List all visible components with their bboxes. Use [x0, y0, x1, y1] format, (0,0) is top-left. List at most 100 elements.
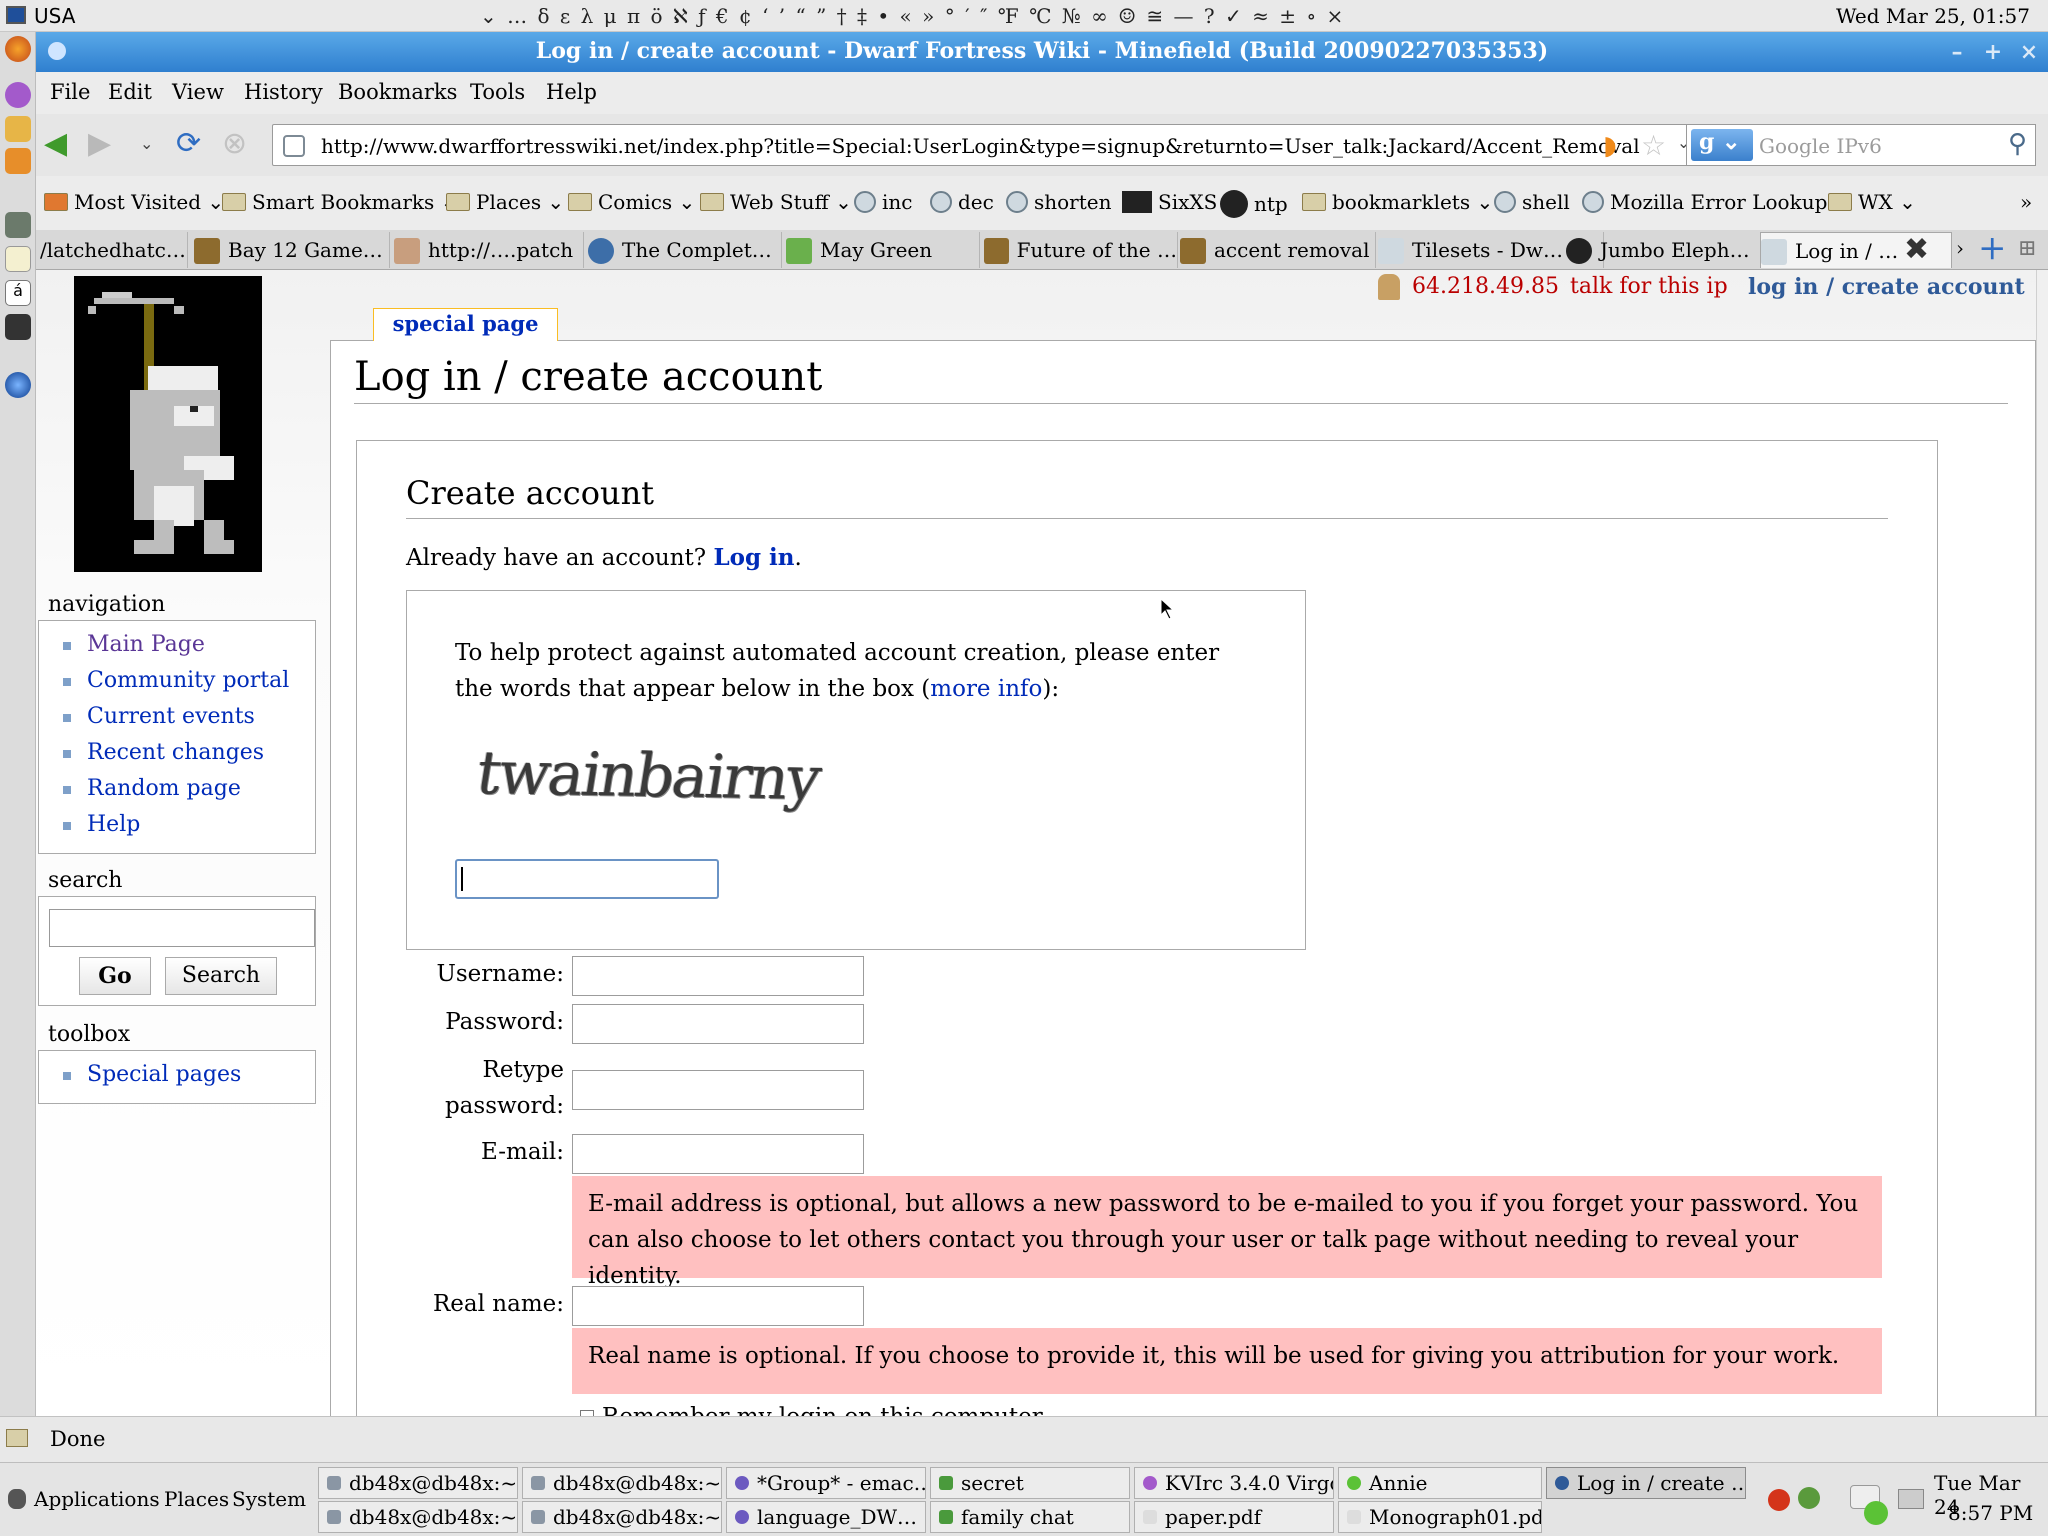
bookmark-ntp[interactable]: ntp [1220, 190, 1288, 218]
tab-may-green[interactable]: May Green [786, 232, 980, 268]
online-status-icon[interactable] [1864, 1501, 1888, 1525]
password-input[interactable] [572, 1004, 864, 1044]
maximize-button[interactable]: + [1978, 38, 2008, 66]
login-link[interactable]: Log in [713, 544, 794, 571]
task-terminal-4[interactable]: db48x@db48x:~… [522, 1501, 722, 1533]
tab-latchedhatc[interactable]: /latchedhatc… [40, 232, 188, 268]
back-button[interactable]: ◀ [44, 128, 67, 160]
network-icon[interactable] [1798, 1487, 1820, 1509]
menu-file[interactable]: File [50, 80, 90, 104]
stop-button[interactable]: ⊗ [222, 128, 247, 160]
tab-future[interactable]: Future of the … [984, 232, 1178, 268]
task-terminal-3[interactable]: db48x@db48x:~… [318, 1501, 518, 1533]
tab-accent-removal[interactable]: accent removal [1180, 232, 1376, 268]
menu-history[interactable]: History [244, 80, 323, 104]
menu-tools[interactable]: Tools [470, 80, 525, 104]
wiki-search-input[interactable] [49, 909, 315, 947]
task-family-chat[interactable]: family chat [930, 1501, 1130, 1533]
task-monograph-pdf[interactable]: Monograph01.pdf [1338, 1501, 1542, 1533]
talk-link[interactable]: talk for this ip [1570, 274, 1728, 299]
magnifier-icon[interactable]: ⚲ [2008, 129, 2027, 159]
menu-bookmarks[interactable]: Bookmarks [338, 80, 457, 104]
menu-help[interactable]: Help [546, 80, 597, 104]
tab-jumbo[interactable]: Jumbo Eleph… [1566, 232, 1780, 268]
printer-icon[interactable] [1898, 1489, 1924, 1509]
globe-icon[interactable] [5, 372, 31, 398]
panel-time[interactable]: 8:57 PM [1948, 1501, 2033, 1525]
update-notifier-icon[interactable] [1768, 1489, 1790, 1511]
task-paper-pdf[interactable]: paper.pdf [1134, 1501, 1334, 1533]
menu-view[interactable]: View [172, 80, 224, 104]
minimize-button[interactable]: – [1942, 38, 1972, 66]
window-list-icon[interactable] [5, 148, 31, 174]
nav-community-portal[interactable]: Community portal [63, 663, 315, 699]
character-map-icon[interactable]: á [5, 280, 31, 306]
bookmark-shell[interactable]: shell [1494, 190, 1570, 214]
bookmark-mozilla-error-lookup[interactable]: Mozilla Error Lookup [1582, 190, 1827, 214]
monitor-icon[interactable] [6, 6, 26, 24]
search-button[interactable]: Search [165, 957, 277, 995]
bookmarks-overflow-icon[interactable]: » [2020, 190, 2032, 214]
nav-help[interactable]: Help [63, 807, 315, 843]
url-text[interactable]: http://www.dwarffortresswiki.net/index.p… [321, 134, 1640, 158]
system-clock[interactable]: Wed Mar 25, 01:57 [1836, 4, 2030, 28]
tab-complete[interactable]: The Complet… [588, 232, 782, 268]
task-firefox-login[interactable]: Log in / create … [1546, 1467, 1746, 1499]
bookmark-comics[interactable]: Comics ⌄ [568, 190, 695, 214]
bookmark-smart-bookmarks[interactable]: Smart Bookmarks ⌄ [222, 190, 457, 214]
applications-menu[interactable]: Applications [34, 1487, 160, 1511]
toolbox-special-pages[interactable]: Special pages [63, 1057, 315, 1093]
tab-scroll-right-icon[interactable]: › [1956, 236, 1964, 260]
nav-main-page[interactable]: Main Page [63, 627, 315, 663]
camera-icon[interactable] [5, 314, 31, 340]
retype-password-input[interactable] [572, 1070, 864, 1110]
search-engine-button[interactable]: g ⌄ [1691, 129, 1753, 161]
special-characters-applet[interactable]: ⌄ … δ ε λ μ π ö ℵ ƒ € ¢ ‘ ’ “ ” † ‡ • « … [480, 4, 1345, 28]
places-menu[interactable]: Places [164, 1487, 229, 1511]
username-input[interactable] [572, 956, 864, 996]
email-input[interactable] [572, 1134, 864, 1174]
captcha-input[interactable] [455, 859, 719, 899]
bookmark-web-stuff[interactable]: Web Stuff ⌄ [700, 190, 852, 214]
history-dropdown-icon[interactable]: ⌄ [140, 128, 153, 160]
nav-random-page[interactable]: Random page [63, 771, 315, 807]
site-identity-icon[interactable] [283, 135, 305, 157]
task-terminal-1[interactable]: db48x@db48x:~… [318, 1467, 518, 1499]
tab-bay12[interactable]: Bay 12 Game… [194, 232, 390, 268]
url-bar[interactable]: http://www.dwarffortresswiki.net/index.p… [272, 124, 1702, 166]
bookmark-star-icon[interactable]: ☆ [1641, 129, 1666, 162]
calculator-icon[interactable] [5, 212, 31, 238]
remember-login-row[interactable]: Remember my login on this computer [580, 1404, 1043, 1416]
menu-edit[interactable]: Edit [108, 80, 152, 104]
go-button[interactable]: Go [79, 957, 151, 995]
tab-list-icon[interactable]: ⊞ [2018, 236, 2036, 261]
bookmark-wx[interactable]: WX ⌄ [1828, 190, 1916, 214]
user-icon[interactable] [5, 116, 31, 142]
nav-recent-changes[interactable]: Recent changes [63, 735, 315, 771]
bookmark-inc[interactable]: inc [854, 190, 912, 214]
close-tab-icon[interactable]: ✖ [1904, 232, 1929, 267]
reload-button[interactable]: ⟳ [176, 128, 201, 160]
wiki-logo[interactable] [74, 276, 262, 572]
forward-button[interactable]: ▶ [88, 128, 111, 160]
realname-input[interactable] [572, 1286, 864, 1326]
bookmark-places[interactable]: Places ⌄ [446, 190, 564, 214]
web-search-box[interactable]: g ⌄ Google IPv6 ⚲ [1686, 124, 2036, 166]
task-terminal-2[interactable]: db48x@db48x:~… [522, 1467, 722, 1499]
captcha-more-info-link[interactable]: more info [930, 676, 1042, 702]
nav-current-events[interactable]: Current events [63, 699, 315, 735]
login-create-link[interactable]: log in / create account [1748, 274, 2025, 300]
gnome-foot-icon[interactable] [8, 1489, 26, 1509]
task-emacs[interactable]: *Group* - emac… [726, 1467, 926, 1499]
task-secret[interactable]: secret [930, 1467, 1130, 1499]
bookmark-shorten[interactable]: shorten [1006, 190, 1112, 214]
bookmark-sixxs[interactable]: SixXS [1122, 190, 1217, 214]
task-kvirc[interactable]: KVIrc 3.4.0 Virgo [1134, 1467, 1334, 1499]
special-page-tab[interactable]: special page [373, 308, 558, 341]
vim-icon[interactable] [5, 82, 31, 108]
system-menu[interactable]: System [232, 1487, 306, 1511]
close-button[interactable]: × [2014, 38, 2044, 66]
user-ip-link[interactable]: 64.218.49.85 [1412, 274, 1559, 299]
bookmark-dec[interactable]: dec [930, 190, 994, 214]
task-annie[interactable]: Annie [1338, 1467, 1542, 1499]
